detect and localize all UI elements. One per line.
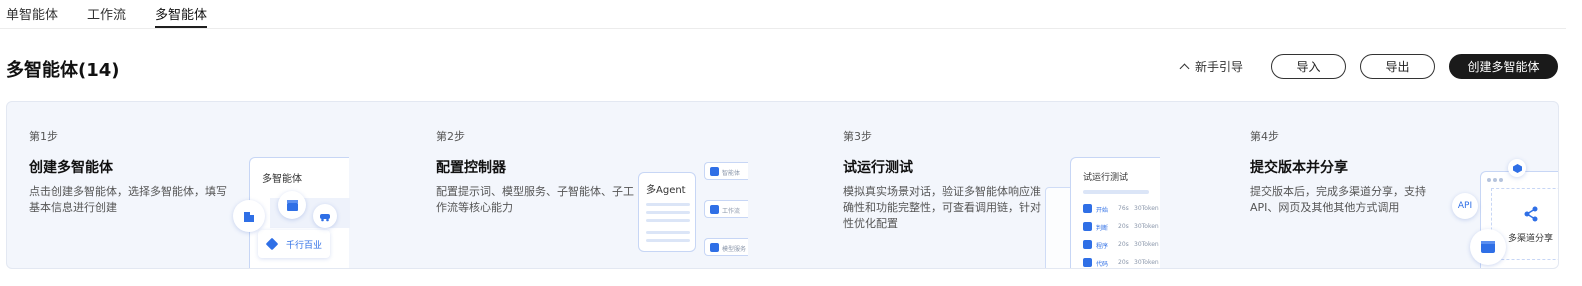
- tab-multi-agent[interactable]: 多智能体: [155, 0, 208, 28]
- run-row: 程序 20s 30Token: [1083, 240, 1163, 250]
- connected-item: 工作流: [704, 200, 748, 218]
- placeholder-line: [646, 239, 690, 242]
- step-number: 第2步: [436, 130, 465, 143]
- agent-item-icon: [710, 167, 719, 176]
- run-row-time: 20s: [1118, 259, 1129, 266]
- step-4: 第4步 提交版本并分享 提交版本后，完成多渠道分享，支持API、网页及其他其他方…: [1250, 102, 1558, 268]
- create-multi-agent-button[interactable]: 创建多智能体: [1449, 54, 1558, 79]
- agent-count: (14): [78, 60, 120, 81]
- run-row-name: 代码: [1096, 261, 1109, 268]
- export-button[interactable]: 导出: [1360, 54, 1435, 79]
- cube-icon: [265, 237, 279, 251]
- step-description: 模拟真实场景对话，验证多智能体响应准确性和功能完整性，可查看调用链，针对性优化配…: [843, 185, 1041, 230]
- page-title-text: 多智能体: [6, 60, 78, 81]
- test-run-card: 试运行测试 开始 76s 30Token 判断 20s 30Token 程序 2…: [1070, 157, 1163, 268]
- step-2-illustration: 多Agent 智能体 工作流 模型服务: [638, 162, 748, 262]
- cube-icon: [1508, 159, 1526, 177]
- header-actions: 新手引导 导入 导出 创建多智能体: [1179, 54, 1558, 79]
- run-row-tokens: 30Token: [1134, 223, 1159, 230]
- run-row-tokens: 30Token: [1134, 205, 1159, 212]
- step-number: 第4步: [1250, 130, 1279, 143]
- step-4-illustration: 多渠道分享 API: [1452, 157, 1558, 268]
- step-3: 第3步 试运行测试 模拟真实场景对话，验证多智能体响应准确性和功能完整性，可查看…: [843, 102, 1163, 268]
- agent-card: 多Agent: [638, 172, 696, 252]
- import-button[interactable]: 导入: [1271, 54, 1346, 79]
- connected-item: 智能体: [704, 162, 748, 180]
- agent-label: 多Agent: [646, 185, 686, 196]
- run-row-name: 判断: [1096, 225, 1109, 232]
- step-2: 第2步 配置控制器 配置提示词、模型服务、子智能体、子工作流等核心能力 多Age…: [436, 102, 756, 268]
- run-row-name: 开始: [1096, 207, 1109, 214]
- step-title: 提交版本并分享: [1250, 160, 1348, 176]
- api-label: API: [1457, 201, 1473, 211]
- run-row-name: 程序: [1096, 243, 1109, 250]
- onboarding-steps-panel: 第1步 创建多智能体 点击创建多智能体，选择多智能体，填写基本信息进行创建 多智…: [6, 101, 1559, 269]
- run-row-tokens: 30Token: [1134, 241, 1159, 248]
- connected-item-label: 模型服务: [722, 246, 747, 253]
- program-icon: [1083, 240, 1092, 249]
- connected-item: 模型服务: [704, 238, 748, 256]
- test-run-title: 试运行测试: [1083, 173, 1129, 183]
- car-icon: [313, 204, 337, 228]
- browser-icon: [1470, 229, 1506, 265]
- window-dot: [1487, 178, 1491, 182]
- run-row: 判断 20s 30Token: [1083, 222, 1163, 232]
- window-dot: [1493, 178, 1497, 182]
- share-icon: [1524, 206, 1538, 222]
- placeholder-line: [646, 231, 690, 234]
- progress-bar: [1083, 190, 1149, 194]
- model-item-icon: [710, 243, 719, 252]
- store-icon: [278, 191, 306, 219]
- share-label: 多渠道分享: [1508, 234, 1554, 244]
- step-number: 第3步: [843, 130, 872, 143]
- placeholder-line: [646, 211, 690, 214]
- workflow-item-icon: [710, 205, 719, 214]
- run-row: 代码 20s 30Token: [1083, 258, 1163, 268]
- building-icon: [233, 200, 265, 232]
- step-1-illustration: 多智能体 千行百业: [233, 157, 350, 268]
- step-description: 点击创建多智能体，选择多智能体，填写基本信息进行创建: [29, 185, 227, 214]
- window-dot: [1499, 178, 1503, 182]
- step-description: 提交版本后，完成多渠道分享，支持API、网页及其他其他方式调用: [1250, 185, 1426, 214]
- connected-item-label: 智能体: [722, 170, 741, 177]
- code-icon: [1083, 258, 1092, 267]
- run-row: 开始 76s 30Token: [1083, 204, 1163, 214]
- chip-label: 千行百业: [286, 241, 323, 251]
- connected-item-label: 工作流: [722, 208, 741, 215]
- tab-workflow[interactable]: 工作流: [87, 0, 126, 28]
- illustration-card-title: 多智能体: [262, 174, 302, 185]
- step-title: 试运行测试: [843, 160, 913, 176]
- chevron-up-icon: [1179, 63, 1190, 73]
- step-number: 第1步: [29, 130, 58, 143]
- guide-toggle[interactable]: 新手引导: [1179, 58, 1243, 75]
- step-title: 创建多智能体: [29, 160, 113, 176]
- run-row-tokens: 30Token: [1134, 259, 1159, 266]
- branch-icon: [1083, 222, 1092, 231]
- run-row-time: 20s: [1118, 241, 1129, 248]
- step-description: 配置提示词、模型服务、子智能体、子工作流等核心能力: [436, 185, 634, 214]
- placeholder-line: [646, 203, 690, 206]
- tab-single-agent[interactable]: 单智能体: [6, 0, 58, 28]
- step-3-illustration: 试运行测试 开始 76s 30Token 判断 20s 30Token 程序 2…: [1045, 157, 1160, 268]
- page-title: 多智能体(14): [6, 56, 120, 82]
- step-1: 第1步 创建多智能体 点击创建多智能体，选择多智能体，填写基本信息进行创建 多智…: [29, 102, 350, 268]
- run-row-time: 20s: [1118, 223, 1129, 230]
- placeholder-line: [646, 219, 690, 222]
- illustration-chip: 千行百业: [258, 230, 330, 258]
- run-row-time: 76s: [1118, 205, 1129, 212]
- guide-label: 新手引导: [1194, 60, 1243, 74]
- window-dots: [1487, 178, 1507, 182]
- play-icon: [1083, 204, 1092, 213]
- api-badge: API: [1452, 193, 1478, 219]
- step-title: 配置控制器: [436, 160, 506, 176]
- tab-bar: 单智能体 工作流 多智能体: [0, 0, 1566, 29]
